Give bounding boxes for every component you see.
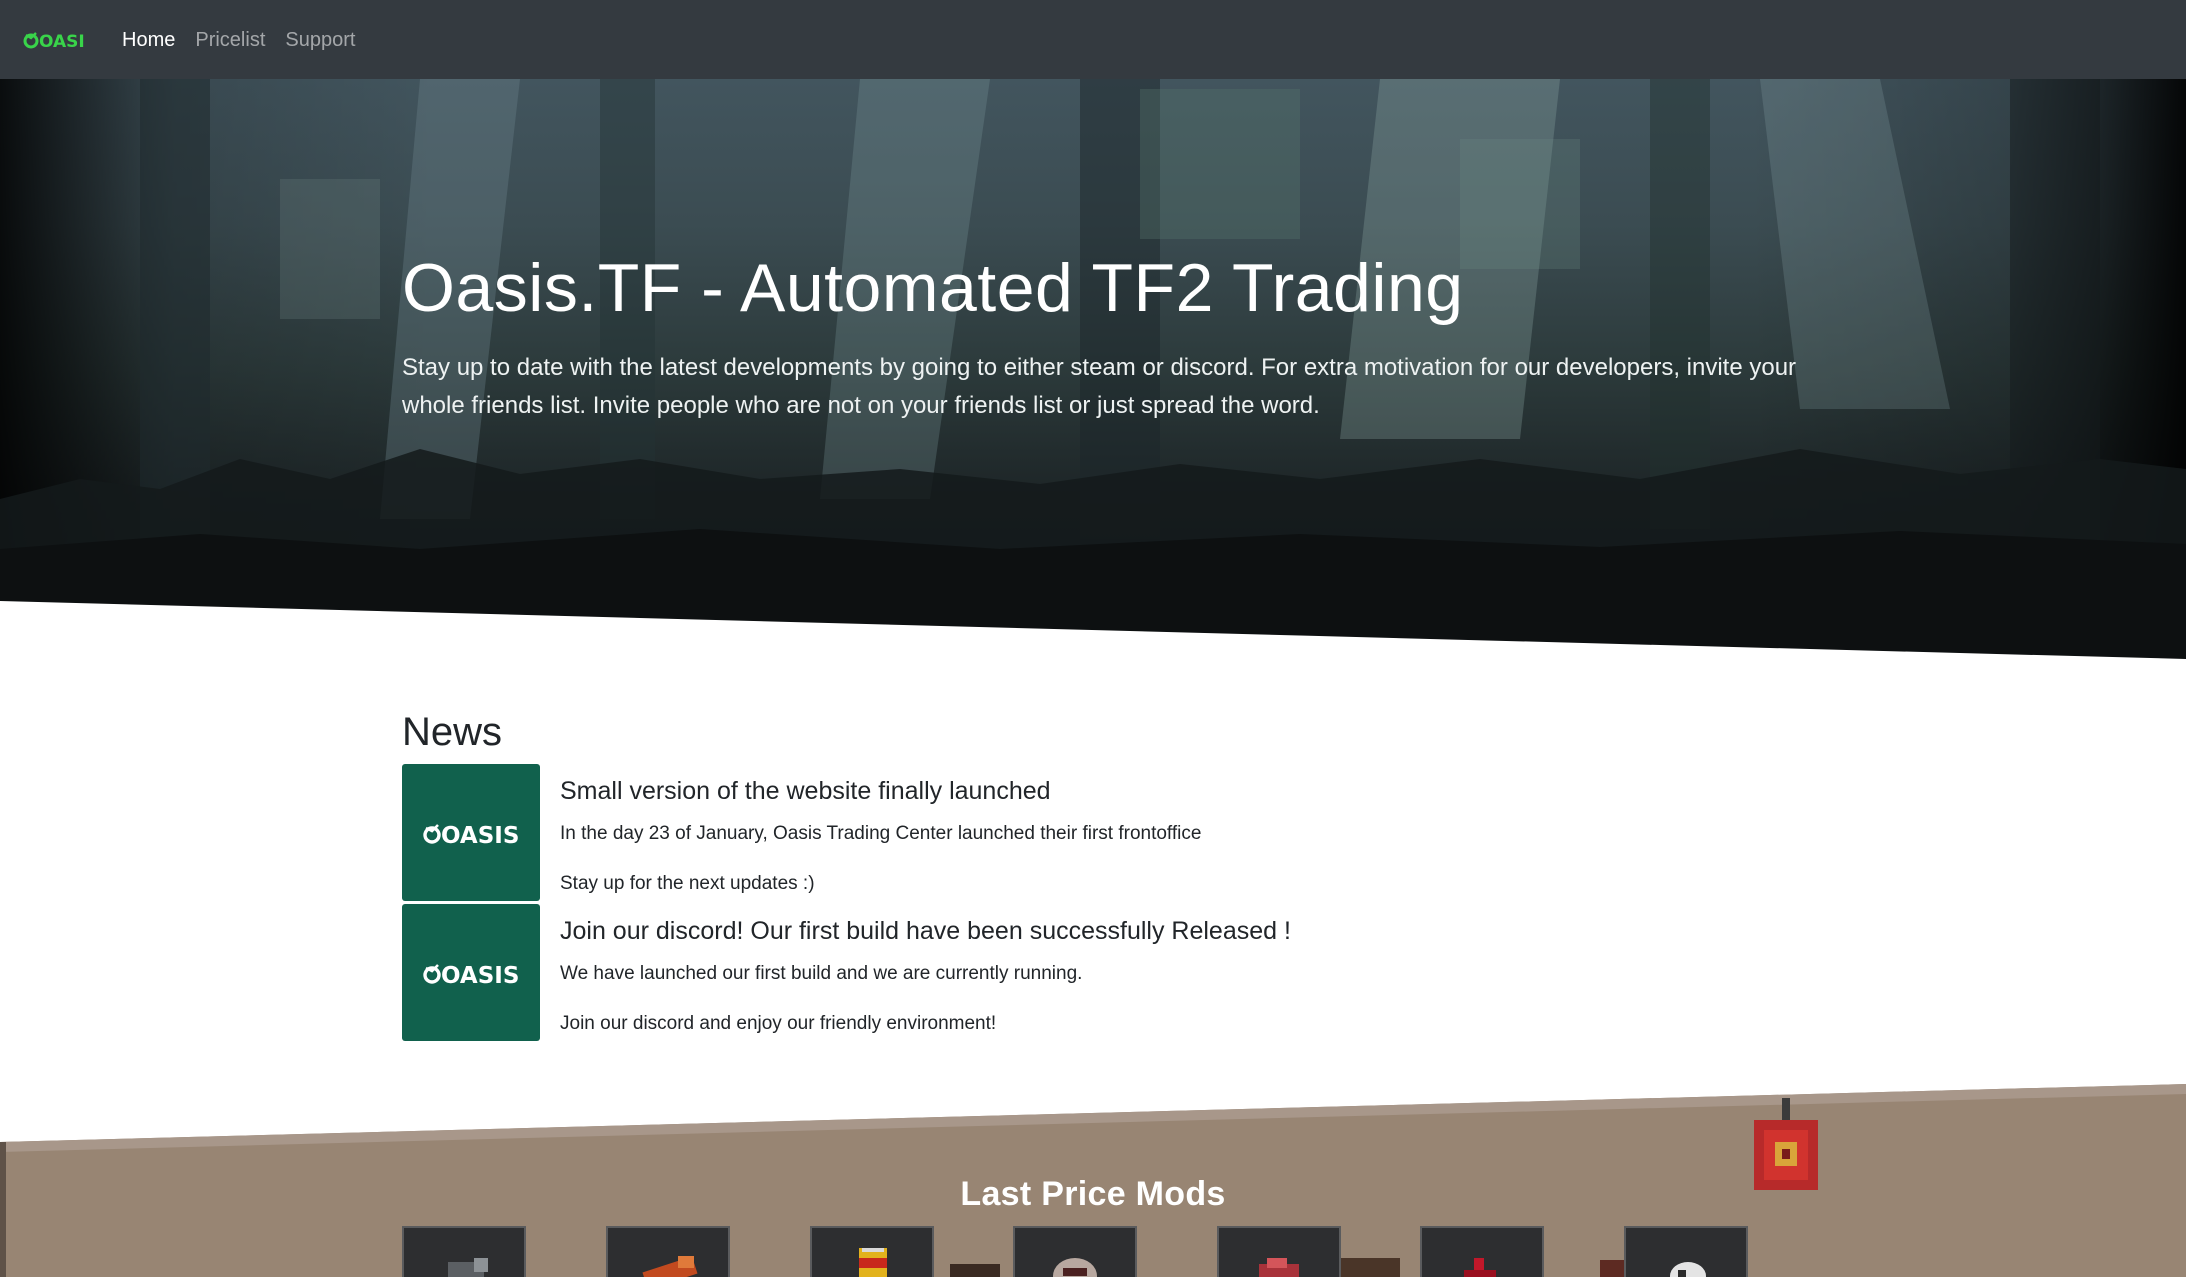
price-mods-heading: Last Price Mods	[960, 1175, 1226, 1213]
price-mod-card[interactable]	[1624, 1226, 1748, 1277]
news-item: OASIS Join our discord! Our first build …	[402, 904, 1802, 1041]
news-paragraph: We have launched our first build and we …	[560, 963, 1083, 984]
oasis-logo-icon: OASIS	[23, 32, 86, 51]
news-paragraph: Stay up for the next updates :)	[560, 872, 815, 894]
price-mod-card[interactable]	[1217, 1226, 1341, 1277]
brand-logo[interactable]: OASIS	[22, 29, 86, 51]
news-item: OASIS Small version of the website final…	[402, 764, 1802, 901]
hero-diagonal-divider	[0, 601, 2186, 659]
news-body: Small version of the website finally lau…	[560, 764, 1201, 896]
news-paragraph: In the day 23 of January, Oasis Trading …	[560, 823, 1202, 844]
nav-pricelist[interactable]: Pricelist	[195, 30, 265, 50]
item-icon-red-dark	[1464, 1258, 1496, 1277]
svg-text:OASIS: OASIS	[441, 963, 519, 988]
item-icon-orange	[642, 1256, 698, 1277]
news-heading: News	[402, 710, 503, 754]
oasis-logo-icon: OASIS	[423, 963, 519, 988]
nav-support[interactable]: Support	[285, 30, 355, 50]
price-mod-card[interactable]	[402, 1226, 526, 1277]
item-icon-gray	[448, 1258, 488, 1277]
price-mod-card[interactable]	[1420, 1226, 1544, 1277]
item-icon-white	[1670, 1262, 1706, 1277]
price-mods-section: Last Price Mods	[0, 1080, 2186, 1277]
item-icon-red	[1259, 1258, 1299, 1277]
oasis-logo-icon: OASIS	[423, 823, 519, 848]
news-thumbnail: OASIS	[402, 764, 540, 901]
news-title[interactable]: Join our discord! Our first build have b…	[560, 916, 1291, 946]
navbar: OASIS Home Pricelist Support	[0, 0, 2186, 79]
nav-home[interactable]: Home	[122, 30, 175, 50]
news-section: News OASIS Small version of the website …	[402, 708, 1802, 1044]
item-icon-can	[859, 1248, 887, 1277]
price-mod-card[interactable]	[1013, 1226, 1137, 1277]
news-thumbnail: OASIS	[402, 904, 540, 1041]
item-icon-mask	[1053, 1258, 1097, 1277]
news-body: Join our discord! Our first build have b…	[560, 904, 1291, 1036]
hero-banner: Oasis.TF - Automated TF2 Trading Stay up…	[0, 79, 2186, 659]
svg-text:OASIS: OASIS	[441, 823, 519, 848]
news-title[interactable]: Small version of the website finally lau…	[560, 776, 1201, 806]
svg-text:OASIS: OASIS	[39, 32, 86, 51]
price-mod-card[interactable]	[810, 1226, 934, 1277]
price-mod-card[interactable]	[606, 1226, 730, 1277]
news-paragraph: Join our discord and enjoy our friendly …	[560, 1012, 997, 1034]
